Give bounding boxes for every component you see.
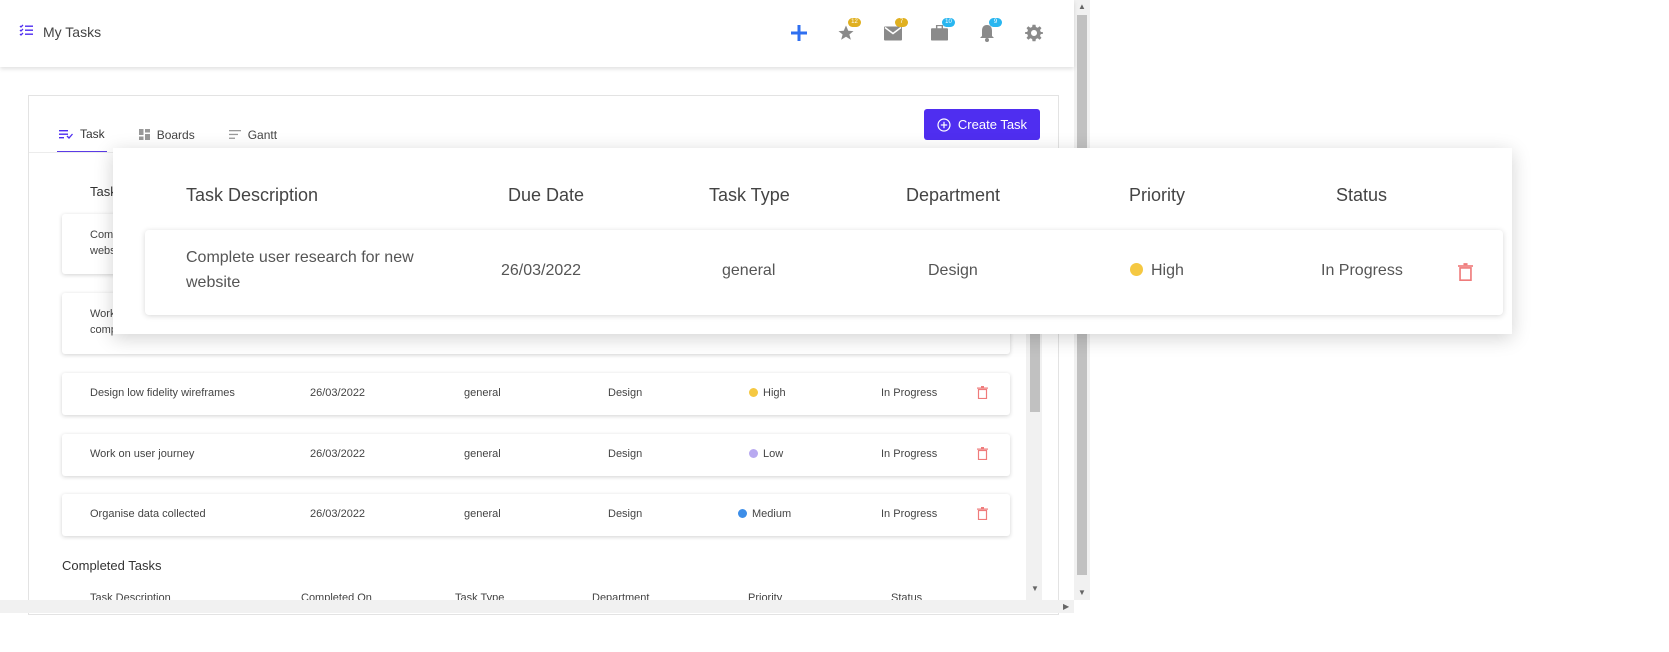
inner-scrollbar-thumb[interactable] xyxy=(1030,330,1040,412)
row-priority: High xyxy=(749,387,786,399)
delete-button[interactable] xyxy=(977,386,988,402)
table-row[interactable]: Design low fidelity wireframes 26/03/202… xyxy=(62,373,1010,415)
row-due-date: 26/03/2022 xyxy=(310,448,366,460)
favorites-button[interactable]: 12 xyxy=(822,16,869,50)
row-due-date: 26/03/2022 xyxy=(501,262,582,279)
row-priority: High xyxy=(1130,262,1184,280)
task-list-icon xyxy=(19,23,33,41)
projects-button[interactable]: 10 xyxy=(916,16,963,50)
priority-dot xyxy=(749,449,758,458)
col-header-description: Task Description xyxy=(186,185,319,205)
bell-badge: 9 xyxy=(989,18,1002,27)
add-circle-icon xyxy=(937,117,951,132)
priority-dot xyxy=(738,509,747,518)
delete-button[interactable] xyxy=(1458,263,1473,286)
delete-button[interactable] xyxy=(977,447,988,463)
trash-icon xyxy=(977,386,988,400)
boards-icon xyxy=(138,129,150,140)
plus-icon xyxy=(790,25,807,41)
row-department: Design xyxy=(608,508,643,520)
gear-icon xyxy=(1024,24,1043,42)
row-department: Design xyxy=(608,387,643,399)
create-task-button[interactable]: Create Task xyxy=(924,109,1040,140)
notifications-button[interactable]: 9 xyxy=(963,16,1010,50)
col-header-department: Department xyxy=(906,185,1001,205)
row-status: In Progress xyxy=(881,508,938,520)
row-description: Complete user research for new xyxy=(186,249,414,266)
col-header-priority: Priority xyxy=(1129,185,1186,205)
row-priority: Low xyxy=(749,448,783,460)
task-row-preview: Task Description Due Date Task Type Depa… xyxy=(113,148,1512,334)
priority-dot xyxy=(1130,263,1143,276)
table-row[interactable]: Complete user research for new website 2… xyxy=(145,230,1503,315)
tab-task-label: Task xyxy=(80,126,105,141)
row-due-date: 26/03/2022 xyxy=(310,387,366,399)
table-row[interactable]: Organise data collected 26/03/2022 gener… xyxy=(62,494,1010,536)
tab-gantt-label: Gantt xyxy=(247,127,278,142)
tab-boards-label: Boards xyxy=(156,127,195,142)
row-department: Design xyxy=(608,448,643,460)
briefcase-icon xyxy=(931,25,948,41)
row-description: Design low fidelity wireframes xyxy=(90,387,235,399)
page-title: My Tasks xyxy=(43,24,102,40)
delete-button[interactable] xyxy=(977,507,988,523)
task-tab-icon xyxy=(59,129,73,139)
row-description: Com xyxy=(90,229,114,241)
trash-icon xyxy=(1458,263,1473,281)
row-status: In Progress xyxy=(881,387,938,399)
create-task-label: Create Task xyxy=(957,117,1028,132)
col-header-due-date: Due Date xyxy=(508,185,585,205)
settings-button[interactable] xyxy=(1010,16,1057,50)
top-bar: My Tasks 12 7 10 9 xyxy=(0,0,1074,67)
row-task-type: general xyxy=(464,448,501,460)
row-description: Organise data collected xyxy=(90,508,206,520)
scroll-right-arrow[interactable]: ▶ xyxy=(1063,602,1069,611)
row-priority: Medium xyxy=(738,508,791,520)
trash-icon xyxy=(977,507,988,521)
page-scroll-down-arrow[interactable]: ▼ xyxy=(1078,588,1086,597)
horizontal-scrollbar[interactable] xyxy=(0,600,1074,613)
messages-button[interactable]: 7 xyxy=(869,16,916,50)
page-scroll-up-arrow[interactable]: ▲ xyxy=(1078,2,1086,11)
mail-badge: 7 xyxy=(895,18,908,27)
mail-icon xyxy=(883,26,902,40)
star-badge: 12 xyxy=(848,18,861,27)
completed-section-label: Completed Tasks xyxy=(62,558,162,573)
tab-task[interactable]: Task xyxy=(57,116,107,153)
scroll-down-arrow[interactable]: ▼ xyxy=(1031,584,1039,593)
row-description-cont: webs xyxy=(90,245,116,257)
row-task-type: general xyxy=(464,508,501,520)
trash-icon xyxy=(977,447,988,461)
row-task-type: general xyxy=(464,387,501,399)
col-header-status: Status xyxy=(1336,185,1388,205)
col-header-task-type: Task Type xyxy=(709,185,790,205)
add-button[interactable] xyxy=(775,16,822,50)
briefcase-badge: 10 xyxy=(942,18,955,27)
header-actions: 12 7 10 9 xyxy=(775,16,1057,50)
page-title-group: My Tasks xyxy=(19,23,101,41)
row-description-cont: website xyxy=(186,274,241,291)
row-description: Work xyxy=(90,308,116,320)
table-row[interactable]: Work on user journey 26/03/2022 general … xyxy=(62,434,1010,476)
row-task-type: general xyxy=(722,262,776,279)
gantt-icon xyxy=(228,130,241,139)
row-status: In Progress xyxy=(881,448,938,460)
row-department: Design xyxy=(928,262,978,279)
priority-dot xyxy=(749,388,758,397)
row-status: In Progress xyxy=(1321,262,1403,279)
row-due-date: 26/03/2022 xyxy=(310,508,366,520)
row-description: Work on user journey xyxy=(90,448,195,460)
